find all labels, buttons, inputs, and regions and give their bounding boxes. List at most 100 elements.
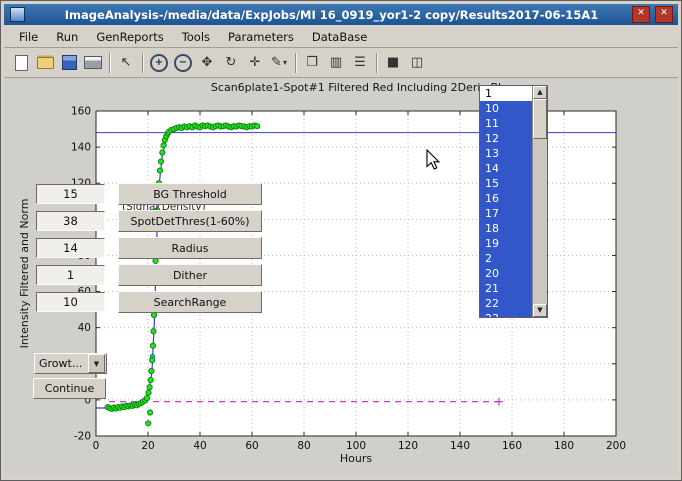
growth-plot[interactable]: 020406080100120140160180200-200204060801… xyxy=(4,78,680,479)
list-item[interactable]: 16 xyxy=(480,191,532,206)
scroll-up-icon[interactable]: ▲ xyxy=(533,86,547,99)
spot-intensity-point xyxy=(153,258,158,263)
new-document-button[interactable] xyxy=(9,51,33,74)
show-plot-tools-icon: ◫ xyxy=(411,56,423,69)
x-tick-label: 80 xyxy=(297,440,310,452)
title-bar[interactable]: ImageAnalysis-/media/data/ExpJobs/MI 16_… xyxy=(4,4,678,25)
hide-plot-tools-button[interactable]: ■ xyxy=(381,51,405,74)
number-listbox[interactable]: 110111213141516171819220212223 ▲ ▼ xyxy=(479,85,548,318)
list-item[interactable]: 1 xyxy=(480,86,532,101)
x-axis-label: Hours xyxy=(340,452,372,465)
pan-button[interactable]: ✥ xyxy=(195,51,219,74)
continue-button[interactable]: Continue xyxy=(33,378,106,399)
dither-button[interactable]: Dither xyxy=(118,264,262,286)
list-item[interactable]: 19 xyxy=(480,236,532,251)
spot-intensity-point xyxy=(158,159,163,164)
list-item[interactable]: 17 xyxy=(480,206,532,221)
scroll-thumb[interactable] xyxy=(533,99,547,139)
spot-intensity-point xyxy=(151,312,156,317)
spot-intensity-point xyxy=(255,124,260,129)
menu-file[interactable]: File xyxy=(10,27,47,47)
app-window: ImageAnalysis-/media/data/ExpJobs/MI 16_… xyxy=(0,0,682,481)
spot-intensity-point xyxy=(148,377,153,382)
list-item[interactable]: 15 xyxy=(480,176,532,191)
x-tick-label: 0 xyxy=(93,440,100,452)
dither-field[interactable] xyxy=(36,265,105,285)
data-cursor-button[interactable]: ✛ xyxy=(243,51,267,74)
menu-database[interactable]: DataBase xyxy=(303,27,376,47)
list-item[interactable]: 14 xyxy=(480,161,532,176)
radius-field[interactable] xyxy=(36,238,105,258)
scroll-track[interactable] xyxy=(533,139,547,304)
print-button[interactable] xyxy=(81,51,105,74)
open-file-button[interactable] xyxy=(33,51,57,74)
menu-run[interactable]: Run xyxy=(47,27,87,47)
brush-button[interactable]: ✎▾ xyxy=(267,51,291,74)
list-item[interactable]: 21 xyxy=(480,281,532,296)
x-tick-label: 20 xyxy=(141,440,154,452)
spot-intensity-point xyxy=(144,395,149,400)
radius-button[interactable]: Radius xyxy=(118,237,262,259)
rotate-3d-icon: ↻ xyxy=(226,56,237,69)
y-tick-label: 140 xyxy=(71,142,91,154)
x-tick-label: 120 xyxy=(398,440,418,452)
spot-det-thres-button[interactable]: SpotDetThres(1-60%) xyxy=(118,210,262,232)
spot-intensity-point xyxy=(147,385,152,390)
app-icon xyxy=(10,7,25,22)
bg-threshold-field[interactable] xyxy=(36,184,105,204)
search-range-field[interactable] xyxy=(36,292,105,312)
list-item[interactable]: 18 xyxy=(480,221,532,236)
menu-tools[interactable]: Tools xyxy=(173,27,219,47)
save-button[interactable] xyxy=(57,51,81,74)
rotate-3d-button[interactable]: ↻ xyxy=(219,51,243,74)
show-plot-tools-button[interactable]: ◫ xyxy=(405,51,429,74)
mouse-cursor xyxy=(426,149,441,171)
list-item[interactable]: 2 xyxy=(480,251,532,266)
close-button[interactable]: ✕ xyxy=(655,6,673,23)
list-item[interactable]: 22 xyxy=(480,296,532,311)
y-axis-label: Intensity Filtered and Norm xyxy=(18,199,31,349)
print-preview-button[interactable]: ❐ xyxy=(300,51,324,74)
window-title: ImageAnalysis-/media/data/ExpJobs/MI 16_… xyxy=(31,8,632,22)
x-tick-label: 140 xyxy=(450,440,470,452)
scroll-down-icon[interactable]: ▼ xyxy=(533,304,547,317)
toolbar-separator xyxy=(109,53,110,73)
edit-plot-icon: ↖ xyxy=(121,56,132,69)
insert-legend-button[interactable]: ☰ xyxy=(348,51,372,74)
growth-dropdown[interactable]: Growt... ▼ xyxy=(34,353,107,374)
shade-button[interactable]: ✕ xyxy=(632,6,650,23)
tool-bar: ↖ +−✥ ↻ ✛ ✎▾ ❐ ▥☰ ■ ◫ xyxy=(4,48,678,78)
x-tick-label: 180 xyxy=(554,440,574,452)
spot-det-thres-field[interactable] xyxy=(36,211,105,231)
pan-icon: ✥ xyxy=(202,56,213,69)
data-cursor-icon: ✛ xyxy=(250,56,261,69)
x-tick-label: 160 xyxy=(502,440,522,452)
hide-plot-tools-icon: ■ xyxy=(387,56,399,69)
zoom-in-button[interactable]: + xyxy=(147,51,171,74)
x-tick-label: 40 xyxy=(193,440,206,452)
print-preview-icon: ❐ xyxy=(306,56,318,69)
x-tick-label: 200 xyxy=(606,440,626,452)
zoom-in-icon: + xyxy=(150,54,168,72)
list-item[interactable]: 20 xyxy=(480,266,532,281)
y-tick-label: 160 xyxy=(71,106,91,118)
list-item[interactable]: 11 xyxy=(480,116,532,131)
growth-dropdown-value: Growt... xyxy=(35,357,88,370)
spot-intensity-point xyxy=(161,143,166,148)
list-item[interactable]: 12 xyxy=(480,131,532,146)
list-item[interactable]: 23 xyxy=(480,311,532,317)
menu-bar: FileRunGenReportsToolsParametersDataBase xyxy=(4,26,678,48)
list-item[interactable]: 13 xyxy=(480,146,532,161)
insert-colorbar-button[interactable]: ▥ xyxy=(324,51,348,74)
listbox-scrollbar[interactable]: ▲ ▼ xyxy=(532,86,547,317)
list-item[interactable]: 10 xyxy=(480,101,532,116)
bg-threshold-button[interactable]: BG Threshold xyxy=(118,183,262,205)
menu-parameters[interactable]: Parameters xyxy=(219,27,303,47)
open-file-icon xyxy=(37,57,54,69)
menu-genreports[interactable]: GenReports xyxy=(87,27,172,47)
zoom-out-button[interactable]: − xyxy=(171,51,195,74)
chevron-down-icon[interactable]: ▼ xyxy=(88,354,105,373)
search-range-button[interactable]: SearchRange xyxy=(118,291,262,313)
edit-plot-button[interactable]: ↖ xyxy=(114,51,138,74)
spot-intensity-point xyxy=(146,421,151,426)
